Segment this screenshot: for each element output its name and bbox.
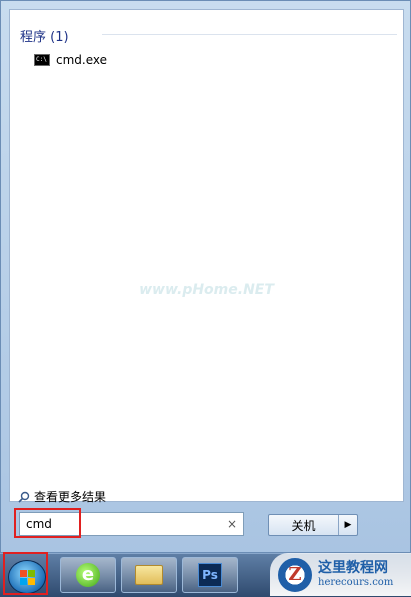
shutdown-button[interactable]: 关机	[269, 515, 339, 535]
start-highlight-box	[3, 552, 48, 595]
result-item-cmd[interactable]: C:\ cmd.exe	[30, 50, 111, 70]
search-results-pane: 程序 (1) C:\ cmd.exe www.pHome.NET 查看更多结果	[9, 9, 404, 505]
see-more-label: 查看更多结果	[34, 490, 107, 504]
taskbar-photoshop-button[interactable]: Ps	[182, 557, 238, 593]
result-item-label: cmd.exe	[56, 53, 108, 67]
site-logo-mark: Z	[278, 557, 312, 592]
site-logo-title: 这里教程网	[318, 560, 388, 577]
folder-icon	[135, 565, 163, 585]
photoshop-icon: Ps	[198, 563, 222, 587]
taskbar-explorer-button[interactable]	[121, 557, 177, 593]
search-icon	[18, 491, 30, 503]
start-menu: 程序 (1) C:\ cmd.exe www.pHome.NET 查看更多结果 …	[0, 0, 411, 553]
internet-explorer-icon: e	[76, 563, 100, 587]
cmd-icon: C:\	[34, 54, 50, 66]
group-divider	[102, 34, 397, 35]
results-group-title: 程序 (1)	[20, 30, 69, 45]
clear-search-icon[interactable]: ×	[227, 517, 237, 531]
site-logo: Z 这里教程网 herecours.com	[270, 553, 411, 596]
shutdown-options-arrow-icon[interactable]: ▶	[339, 515, 357, 535]
site-logo-url: herecours.com	[318, 576, 394, 588]
search-highlight-box	[14, 508, 81, 538]
taskbar-ie-button[interactable]: e	[60, 557, 116, 593]
see-more-results-link[interactable]: 查看更多结果	[18, 488, 106, 505]
shutdown-button-group: 关机 ▶	[268, 514, 358, 536]
watermark: www.pHome.NET	[139, 282, 274, 298]
